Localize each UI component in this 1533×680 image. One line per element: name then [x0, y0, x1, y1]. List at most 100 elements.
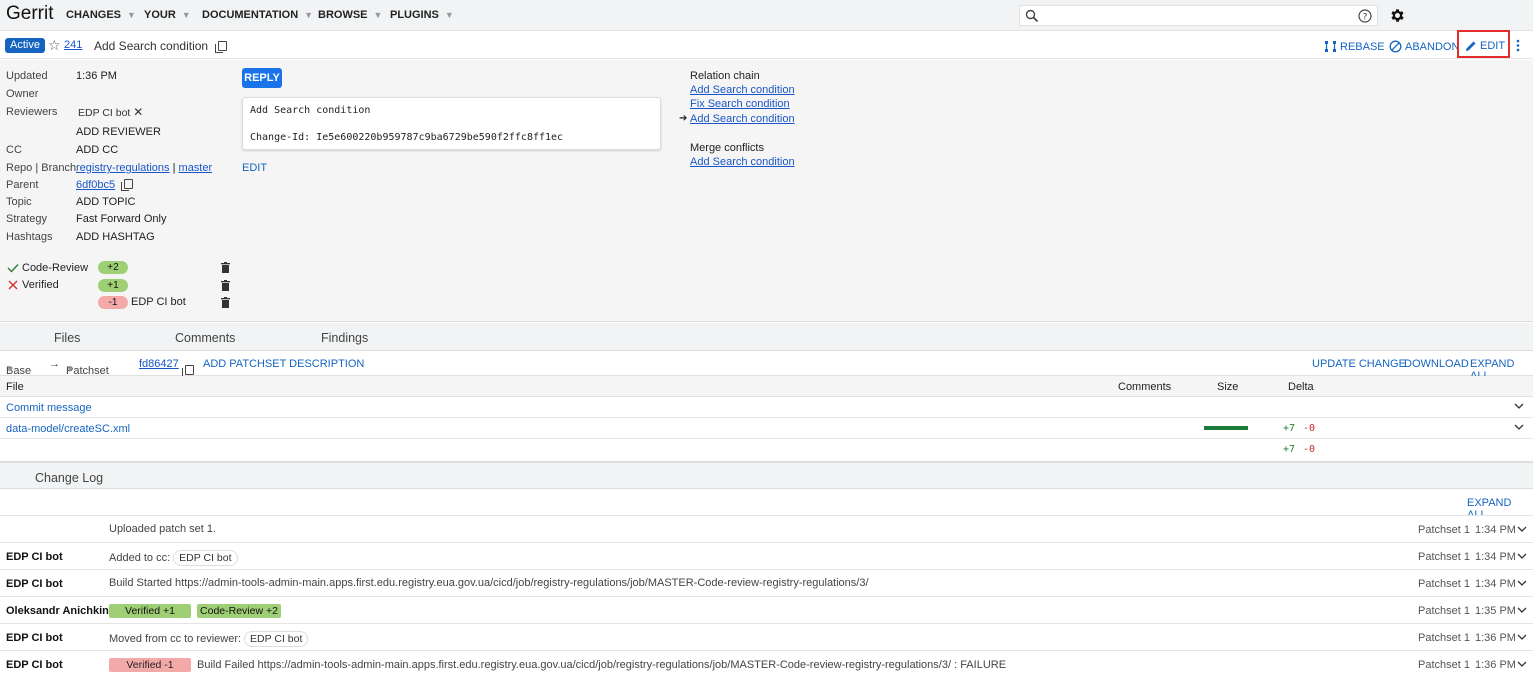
tab-findings[interactable]: Findings [321, 331, 368, 345]
search-input[interactable]: ? [1019, 5, 1378, 26]
message-text: Added to cc: [109, 552, 171, 564]
relation-item[interactable]: Add Search condition [690, 84, 795, 96]
message-row[interactable]: EDP CI bot Added to cc: EDP CI bot Patchs… [0, 542, 1533, 569]
nav-documentation[interactable]: DOCUMENTATION ▼ [202, 9, 313, 21]
chevron-down-icon[interactable] [1517, 607, 1527, 614]
star-icon[interactable]: ☆ [48, 37, 61, 54]
message-patchset: Patchset 1 [1418, 551, 1470, 563]
message-text: Build Started https://admin-tools-admin-… [109, 577, 869, 589]
merge-conflict-item[interactable]: Add Search condition [690, 156, 795, 168]
arrow-icon: → [49, 358, 60, 370]
size-column-header: Size [1217, 381, 1239, 393]
patchset-bar: Base ▼ → Patchset 1 ▼ fd86427 ADD PATCHS… [0, 351, 1533, 389]
vote-chip: Verified -1 [109, 658, 191, 672]
account-chip[interactable]: EDP CI bot [173, 550, 238, 566]
message-text: Uploaded patch set 1. [109, 523, 217, 535]
nav-browse[interactable]: BROWSE ▼ [318, 9, 382, 21]
tab-files[interactable]: Files [54, 331, 80, 345]
nav-plugins[interactable]: PLUGINS ▼ [390, 9, 454, 21]
message-author: EDP CI bot [6, 578, 63, 590]
commit-sha-link[interactable]: fd86427 [139, 358, 179, 370]
message-patchset: Patchset 1 [1418, 524, 1470, 536]
lines-removed: -0 [1303, 423, 1316, 434]
delta-column-header: Delta [1288, 381, 1314, 393]
message-row[interactable]: Oleksandr Anichkin Verified +1 Code-Revi… [0, 596, 1533, 623]
repo-branch-label: Repo | Branch [6, 162, 77, 174]
owner-label: Owner [6, 88, 39, 100]
commit-message-box: Add Search condition Change-Id: Ie5e6002… [242, 97, 661, 150]
account-chip[interactable]: EDP CI bot [244, 631, 309, 647]
file-row[interactable]: data-model/createSC.xml +7 -0 [0, 418, 1533, 439]
add-reviewer-button[interactable]: ADD REVIEWER [76, 126, 161, 138]
tab-bar: Files Comments Findings [0, 323, 1533, 351]
chevron-down-icon[interactable] [1517, 634, 1527, 641]
add-cc-button[interactable]: ADD CC [76, 144, 118, 156]
reviewers-label: Reviewers [6, 106, 58, 118]
reply-button[interactable]: REPLY [242, 68, 282, 88]
relation-chain-title: Relation chain [690, 70, 760, 82]
abandon-button[interactable]: ABANDON [1389, 40, 1459, 53]
change-summary: Updated 1:36 PM Owner Reviewers EDP CI b… [0, 60, 1533, 322]
search-icon [1025, 9, 1039, 23]
add-patchset-description-button[interactable]: ADD PATCHSET DESCRIPTION [203, 358, 364, 370]
file-name-link[interactable]: data-model/createSC.xml [6, 423, 130, 435]
check-icon [7, 264, 19, 273]
chevron-down-icon[interactable] [1517, 661, 1527, 668]
strategy-value: Fast Forward Only [76, 213, 167, 225]
message-row[interactable]: EDP CI bot Moved from cc to reviewer: EDP… [0, 623, 1533, 650]
message-patchset: Patchset 1 [1418, 632, 1470, 644]
help-icon[interactable]: ? [1358, 9, 1372, 23]
message-row[interactable]: EDP CI bot Build Started https://admin-t… [0, 569, 1533, 596]
change-number-link[interactable]: 241 [64, 39, 82, 51]
copy-icon[interactable] [121, 179, 134, 192]
top-bar: Gerrit CHANGES ▼ YOUR ▼ DOCUMENTATION ▼ BRO… [0, 0, 1533, 31]
relation-item[interactable]: Fix Search condition [690, 98, 790, 110]
branch-link[interactable]: master [179, 162, 213, 174]
nav-changes[interactable]: CHANGES ▼ [66, 9, 136, 21]
change-log-title: Change Log [35, 471, 104, 485]
message-row[interactable]: Uploaded patch set 1. Patchset 1 1:34 PM [0, 515, 1533, 542]
chevron-down-icon[interactable] [1517, 526, 1527, 533]
reviewer-name[interactable]: EDP CI bot [78, 107, 130, 119]
remove-reviewer-icon[interactable]: ✕ [133, 105, 143, 119]
message-patchset: Patchset 1 [1418, 578, 1470, 590]
chevron-down-icon[interactable] [1514, 403, 1524, 410]
gerrit-logo[interactable]: Gerrit [6, 3, 54, 25]
add-topic-button[interactable]: ADD TOPIC [76, 196, 136, 208]
nav-your[interactable]: YOUR ▼ [144, 9, 191, 21]
code-review-vote: +2 [98, 261, 128, 274]
download-button[interactable]: DOWNLOAD [1404, 358, 1469, 370]
message-row[interactable]: EDP CI bot Verified -1 Build Failed http… [0, 650, 1533, 680]
tab-comments[interactable]: Comments [175, 331, 235, 345]
relation-item-current[interactable]: Add Search condition [690, 113, 795, 125]
trash-icon[interactable] [221, 262, 230, 273]
repo-link[interactable]: registry-regulations [76, 162, 170, 174]
trash-icon[interactable] [221, 280, 230, 291]
add-hashtag-button[interactable]: ADD HASHTAG [76, 231, 155, 243]
parent-link[interactable]: 6df0bc5 [76, 179, 115, 191]
message-text: Build Failed https://admin-tools-admin-m… [197, 659, 1007, 671]
chevron-down-icon[interactable] [1517, 553, 1527, 560]
chevron-down-icon[interactable] [1517, 580, 1527, 587]
gear-icon[interactable] [1389, 7, 1406, 24]
file-row[interactable]: Commit message [0, 397, 1533, 418]
copy-icon[interactable] [215, 40, 228, 53]
message-patchset: Patchset 1 [1418, 605, 1470, 617]
message-time: 1:34 PM [1475, 524, 1516, 536]
message-author: Oleksandr Anichkin [6, 605, 109, 617]
current-arrow-icon: ➔ [679, 113, 688, 124]
message-time: 1:36 PM [1475, 659, 1516, 671]
more-actions-icon[interactable] [1516, 39, 1520, 52]
edit-commit-message-button[interactable]: EDIT [242, 162, 267, 174]
message-text: Moved from cc to reviewer: [109, 633, 242, 645]
vote-chip: Verified +1 [109, 604, 191, 618]
change-log-header: Change Log [0, 461, 1533, 489]
update-change-button[interactable]: UPDATE CHANGE [1312, 358, 1406, 370]
chevron-down-icon[interactable] [1514, 424, 1524, 431]
total-lines-added: +7 [1283, 444, 1296, 455]
cross-icon [8, 280, 18, 290]
rebase-button[interactable]: REBASE [1324, 40, 1385, 53]
file-name-link[interactable]: Commit message [6, 402, 92, 414]
trash-icon[interactable] [221, 297, 230, 308]
lines-added: +7 [1283, 423, 1296, 434]
